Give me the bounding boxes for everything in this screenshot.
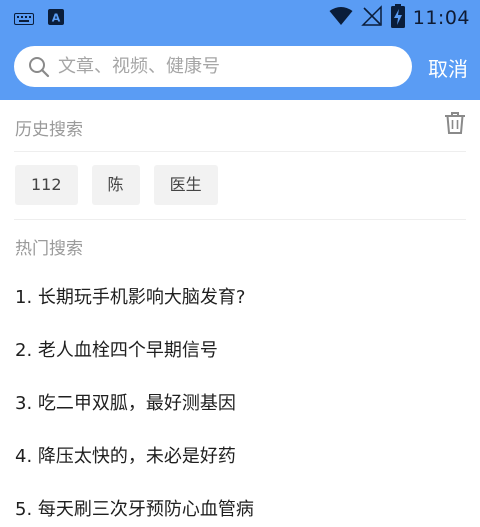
history-tag[interactable]: 112 (15, 165, 78, 205)
keyboard-icon (14, 10, 34, 29)
status-time: 11:04 (412, 7, 470, 29)
trash-icon[interactable] (444, 111, 466, 139)
hot-search-item[interactable]: 3. 吃二甲双胍，最好测基因 (15, 388, 465, 441)
app-a-icon: A (48, 9, 64, 29)
status-bar: A 11:04 (0, 0, 480, 34)
history-tags: 112 陈 医生 (15, 165, 218, 205)
battery-charging-icon (390, 4, 405, 32)
hot-section-title: 热门搜索 (15, 239, 83, 259)
cancel-button[interactable]: 取消 (424, 52, 472, 82)
search-input[interactable] (58, 46, 398, 87)
status-right: 11:04 (329, 4, 470, 32)
search-header: 取消 (0, 34, 480, 100)
search-icon (28, 56, 50, 82)
hot-search-item[interactable]: 4. 降压太快的，未必是好药 (15, 441, 465, 494)
status-left: A (14, 9, 64, 29)
divider (14, 151, 466, 152)
history-tag[interactable]: 陈 (91, 165, 140, 205)
history-section-title: 历史搜索 (15, 120, 83, 140)
divider (14, 219, 466, 220)
hot-search-item[interactable]: 5. 每天刷三次牙预防心血管病 (15, 494, 465, 527)
hot-search-list: 1. 长期玩手机影响大脑发育? 2. 老人血栓四个早期信号 3. 吃二甲双胍，最… (15, 282, 465, 527)
hot-search-item[interactable]: 1. 长期玩手机影响大脑发育? (15, 282, 465, 335)
history-tag[interactable]: 医生 (153, 165, 218, 205)
search-box[interactable] (14, 46, 412, 87)
wifi-icon (329, 6, 353, 30)
no-signal-icon (360, 5, 383, 31)
app-a-letter: A (52, 12, 61, 25)
hot-search-item[interactable]: 2. 老人血栓四个早期信号 (15, 335, 465, 388)
